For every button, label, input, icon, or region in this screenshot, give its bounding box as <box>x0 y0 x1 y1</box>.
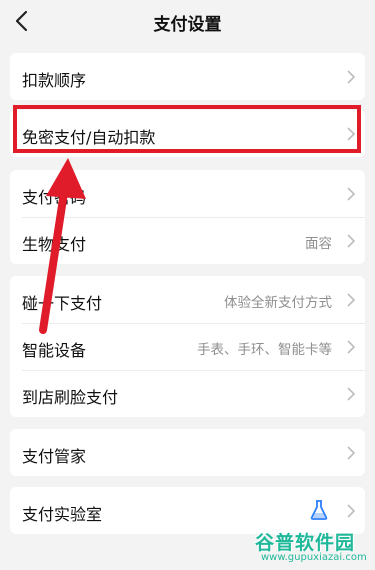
watermark-url: www.gupuxiazai.com <box>261 552 367 563</box>
menu-item-label: 碰一下支付 <box>22 294 103 313</box>
settings-group-5: 支付管家 <box>10 429 365 476</box>
menu-item-payment-manager[interactable]: 支付管家 <box>10 429 365 476</box>
flask-icon <box>310 500 328 520</box>
menu-item-label: 支付密码 <box>22 188 87 207</box>
settings-group-6: 支付实验室 <box>10 487 365 534</box>
menu-item-face-payment[interactable]: 到店刷脸支付 <box>10 370 365 417</box>
menu-item-label: 生物支付 <box>22 235 87 254</box>
menu-item-deduction-order[interactable]: 扣款顺序 <box>10 53 365 100</box>
settings-group-4: 碰一下支付 体验全新支付方式 智能设备 手表、手环、智能卡等 到店刷脸支付 <box>10 276 365 417</box>
settings-group-1: 扣款顺序 <box>10 53 365 100</box>
menu-item-tap-to-pay[interactable]: 碰一下支付 体验全新支付方式 <box>10 276 365 323</box>
menu-item-biometric-payment[interactable]: 生物支付 面容 <box>10 217 365 264</box>
menu-item-value: 体验全新支付方式 <box>224 295 332 311</box>
menu-item-label: 智能设备 <box>22 341 87 360</box>
menu-item-payment-lab[interactable]: 支付实验室 <box>10 487 365 534</box>
chevron-right-icon <box>347 340 356 354</box>
chevron-right-icon <box>347 293 356 307</box>
menu-item-label: 支付管家 <box>22 447 87 466</box>
chevron-right-icon <box>347 504 356 518</box>
watermark-brand: 谷普软件园 <box>255 532 356 554</box>
chevron-right-icon <box>347 387 356 401</box>
chevron-right-icon <box>347 187 356 201</box>
menu-item-value: 面容 <box>305 236 332 252</box>
chevron-right-icon <box>347 446 356 460</box>
menu-item-smart-devices[interactable]: 智能设备 手表、手环、智能卡等 <box>10 323 365 370</box>
top-bar: 支付设置 <box>0 0 375 42</box>
menu-item-label: 到店刷脸支付 <box>22 388 119 407</box>
page-title: 支付设置 <box>153 15 222 35</box>
chevron-right-icon <box>347 234 356 248</box>
menu-item-value: 手表、手环、智能卡等 <box>197 342 332 358</box>
menu-item-label: 支付实验室 <box>22 505 103 524</box>
watermark: 谷普软件园 www.gupuxiazai.com <box>255 528 373 568</box>
highlight-box <box>13 105 361 153</box>
settings-group-3: 支付密码 生物支付 面容 <box>10 170 365 264</box>
menu-item-payment-password[interactable]: 支付密码 <box>10 170 365 217</box>
menu-item-label: 扣款顺序 <box>22 71 87 90</box>
chevron-right-icon <box>347 70 356 84</box>
